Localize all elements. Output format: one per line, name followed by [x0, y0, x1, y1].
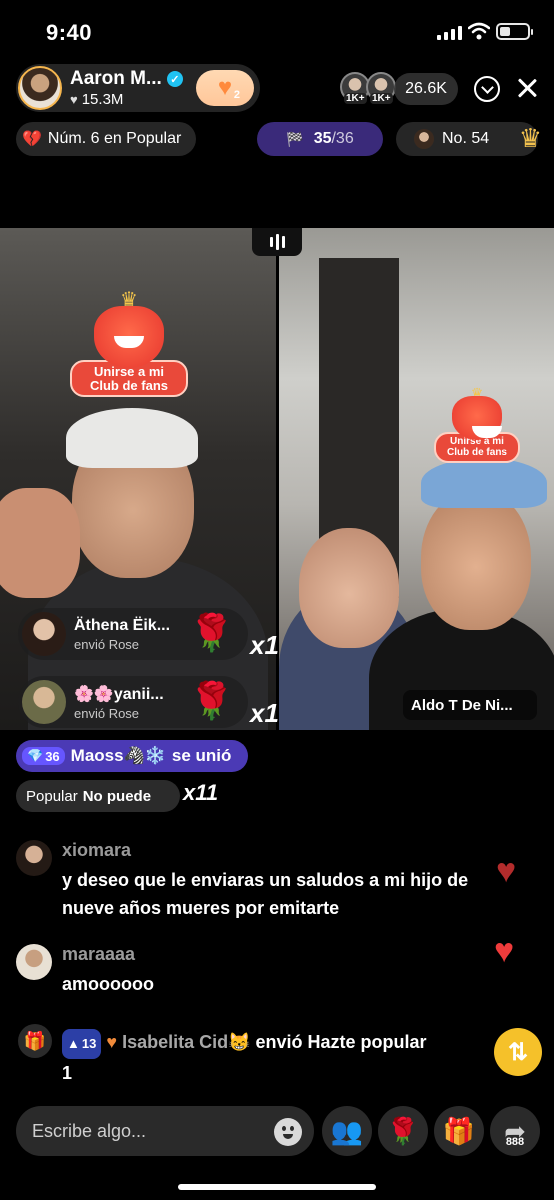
share-count: 888 [505, 1136, 525, 1148]
goal-icon: 🏁 [286, 130, 304, 147]
system-gift-message[interactable]: ▲ 13 ♥ Isabelita Cid😸 envió Hazte popular… [62, 1028, 532, 1087]
heart-icon: ♥ [217, 74, 233, 101]
comment-input[interactable]: Escribe algo... [16, 1106, 314, 1156]
gift-multiplier: x1 [250, 630, 279, 660]
gift-sender: Äthena Ëik... [74, 616, 171, 634]
status-bar: 9:40 [0, 0, 554, 62]
gift-multiplier: x1 [250, 698, 279, 728]
rose-icon: 🌹 [189, 612, 234, 653]
heart-mascot-icon [452, 396, 502, 440]
repost-icon[interactable]: ⇅ [494, 1028, 542, 1076]
popular-multiplier: x11 [183, 780, 219, 805]
rank-number-pill[interactable]: No. 54 ♛ [396, 122, 542, 156]
host-cap [66, 408, 198, 468]
comment-text: amoooooo [62, 974, 154, 994]
avatar[interactable] [16, 944, 52, 980]
gift-box-icon: 🎁 [442, 1115, 476, 1146]
home-indicator[interactable] [178, 1184, 376, 1190]
system-count: 1 [62, 1063, 73, 1083]
host-name: Aaron M... [70, 68, 162, 89]
host-profile-pill[interactable]: Aaron M... ✓ ♥ 15.3M ♥ 2 [16, 64, 260, 112]
guest2-cap [421, 458, 547, 508]
follow-heart-count: 2 [233, 89, 240, 101]
system-text: envió Hazte popular [255, 1032, 427, 1052]
split-handle-icon[interactable] [252, 228, 302, 256]
heart-icon: ♥ [496, 852, 517, 890]
comment-user[interactable]: maraaaa [62, 944, 135, 965]
multi-guest-icon: 👥 [330, 1115, 364, 1146]
rose-gift-button[interactable]: 🌹 [378, 1106, 428, 1156]
diamond-icon: 💎 [27, 748, 44, 763]
heart-icon: ♥ [494, 932, 515, 970]
level-badge: ▲ 13 [62, 1029, 102, 1059]
popular-text: No puede [82, 787, 152, 805]
gift-sender: 🌸🌸yanii... [74, 685, 164, 703]
fan-club-sticker[interactable]: ♛ Unirse a mi Club de fans [70, 290, 188, 398]
guest2-face [421, 490, 531, 630]
guest-video[interactable]: ♛ Unirse a mi Club de fans [279, 228, 554, 730]
gift-icon: 🎁 [18, 1024, 52, 1058]
follow-heart-button[interactable]: ♥ 2 [196, 70, 254, 106]
rose-icon: 🌹 [189, 680, 234, 721]
progress-total: /36 [331, 130, 354, 147]
emoji-icon[interactable] [274, 1118, 302, 1146]
share-button[interactable]: ➦ 888 [490, 1106, 540, 1156]
popular-label: Popular [26, 787, 78, 805]
rank-number-label: No. 54 [442, 130, 490, 147]
join-user: Maoss🦓❄️ [70, 746, 166, 765]
gift-action: envió Rose [74, 705, 140, 721]
comment-text: y deseo que le enviaras un saludos a mi … [62, 870, 469, 918]
host-likes: 15.3M [81, 91, 124, 108]
gift-notification[interactable]: 🌸🌸yanii... envió Rose 🌹 [18, 676, 248, 728]
comment-input-placeholder: Escribe algo... [32, 1120, 147, 1141]
signal-icon [437, 26, 462, 40]
wifi-icon [468, 22, 490, 40]
broken-heart-icon: 💔 [22, 131, 42, 148]
avatar[interactable] [16, 840, 52, 876]
join-text: se unió [171, 746, 232, 765]
fan-club-sticker[interactable]: ♛ Unirse a mi Club de fans [434, 386, 520, 463]
avatar [414, 129, 434, 149]
level-triangle-icon: ▲ [67, 1036, 80, 1051]
join-notification[interactable]: 💎 36 Maoss🦓❄️ se unió [16, 740, 248, 772]
crown-icon: ♛ [518, 123, 542, 153]
fan-badge-icon: ♥ [106, 1032, 118, 1052]
heart-mascot-icon [94, 306, 164, 368]
comment[interactable]: xiomara y deseo que le enviaras un salud… [16, 840, 516, 920]
comment-user[interactable]: xiomara [62, 840, 131, 861]
guest-name-label[interactable]: Aldo T De Ni... [403, 690, 537, 720]
popular-rank-pill[interactable]: 💔 Núm. 6 en Popular [16, 122, 196, 156]
battery-icon [496, 23, 533, 40]
rose-icon: 🌹 [386, 1115, 420, 1146]
viewer-badge: 1K+ [344, 93, 367, 104]
gift-action: envió Rose [74, 636, 140, 652]
viewer-badge: 1K+ [370, 93, 393, 104]
close-icon[interactable] [515, 76, 539, 100]
avatar [22, 680, 66, 724]
host-avatar[interactable] [18, 66, 62, 110]
viewer-count[interactable]: 26.6K [394, 73, 458, 105]
avatar [22, 612, 66, 656]
system-user: Isabelita Cid😸 [122, 1032, 251, 1052]
status-time: 9:40 [46, 20, 93, 45]
progress-current: 35 [313, 130, 332, 147]
verified-icon: ✓ [166, 71, 183, 87]
multi-guest-button[interactable]: 👥 [322, 1106, 372, 1156]
level-badge: 💎 36 [22, 747, 65, 765]
popular-rank-label: Núm. 6 en Popular [47, 130, 182, 147]
comment[interactable]: maraaaa amoooooo [16, 944, 516, 994]
host-hand [0, 488, 80, 598]
top-viewers[interactable]: 1K+ 1K+ [340, 72, 396, 104]
chevron-down-icon[interactable] [474, 76, 500, 102]
gift-button[interactable]: 🎁 [434, 1106, 484, 1156]
guest-face [299, 528, 399, 648]
popular-notification[interactable]: Popular No puede [16, 780, 180, 812]
level-number: 13 [81, 1036, 97, 1051]
gift-notification[interactable]: Äthena Ëik... envió Rose 🌹 [18, 608, 248, 660]
viewer-avatar[interactable]: 1K+ [366, 72, 396, 104]
heart-icon: ♥ [70, 92, 78, 107]
progress-pill[interactable]: 🏁 35/36 [257, 122, 383, 156]
level-number: 36 [45, 748, 60, 764]
